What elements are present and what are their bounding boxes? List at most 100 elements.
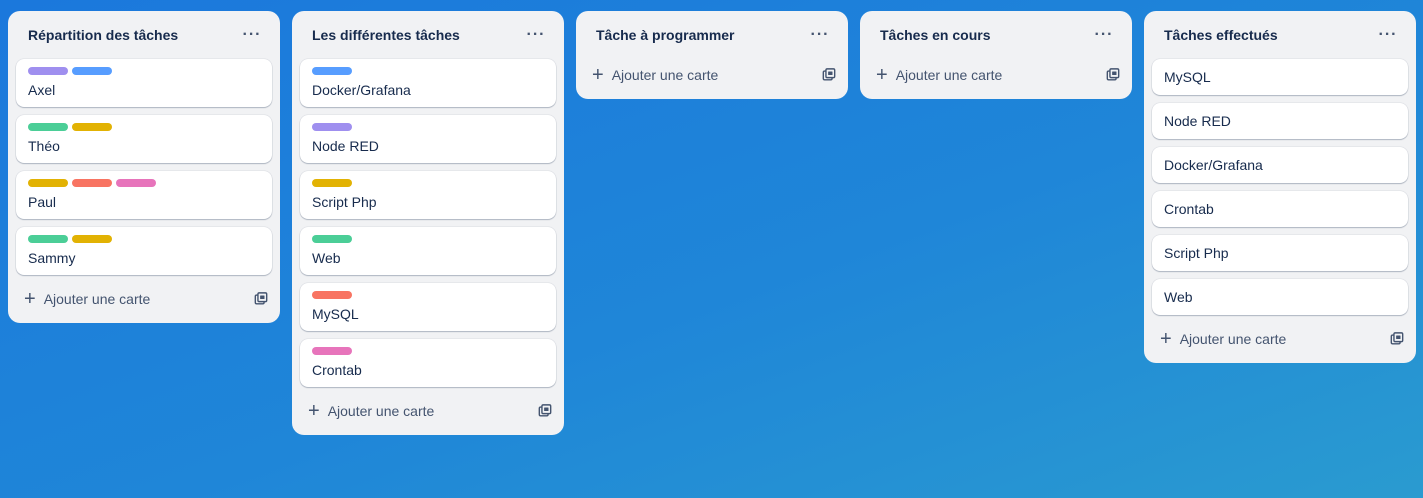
label-pink[interactable]: [312, 347, 352, 355]
card[interactable]: Script Php: [300, 171, 556, 219]
ellipsis-icon[interactable]: ···: [524, 23, 548, 47]
card[interactable]: MySQL: [1152, 59, 1408, 95]
label-blue[interactable]: [312, 67, 352, 75]
card[interactable]: Web: [1152, 279, 1408, 315]
card-labels: [312, 123, 544, 131]
add-card-label: Ajouter une carte: [1179, 331, 1287, 347]
card-labels: [28, 67, 260, 75]
plus-icon: +: [1160, 328, 1172, 350]
card[interactable]: Sammy: [16, 227, 272, 275]
card-template-icon[interactable]: [1390, 332, 1404, 346]
label-red[interactable]: [72, 179, 112, 187]
ellipsis-icon[interactable]: ···: [240, 23, 264, 47]
card-labels: [28, 235, 260, 243]
ellipsis-icon[interactable]: ···: [808, 23, 832, 47]
card-title: Axel: [28, 82, 56, 98]
add-card-label: Ajouter une carte: [43, 291, 151, 307]
card[interactable]: Axel: [16, 59, 272, 107]
list-title[interactable]: Tâches en cours: [880, 27, 991, 43]
label-blue[interactable]: [72, 67, 112, 75]
label-purple[interactable]: [312, 123, 352, 131]
add-card-button[interactable]: + Ajouter une carte: [1152, 323, 1408, 355]
card-title: Crontab: [1164, 201, 1214, 217]
card-title: Node RED: [1164, 113, 1231, 129]
list-header: Les différentes tâches ···: [300, 11, 556, 59]
add-card-button[interactable]: + Ajouter une carte: [584, 59, 840, 91]
card-template-icon[interactable]: [1106, 68, 1120, 82]
card[interactable]: Script Php: [1152, 235, 1408, 271]
add-card-button[interactable]: + Ajouter une carte: [16, 283, 272, 315]
list-title[interactable]: Les différentes tâches: [312, 27, 460, 43]
card[interactable]: Node RED: [1152, 103, 1408, 139]
list-title[interactable]: Répartition des tâches: [28, 27, 178, 43]
plus-icon: +: [592, 64, 604, 86]
list-column: Tâches effectués ··· MySQL Node RED Docker/G…: [1144, 11, 1416, 363]
add-card-left: + Ajouter une carte: [592, 65, 718, 85]
card-title: Docker/Grafana: [312, 82, 411, 98]
card[interactable]: Théo: [16, 115, 272, 163]
label-yellow[interactable]: [72, 123, 112, 131]
card[interactable]: Node RED: [300, 115, 556, 163]
card-title: MySQL: [1164, 69, 1211, 85]
plus-icon: +: [24, 288, 36, 310]
card-labels: [312, 347, 544, 355]
card-title: Web: [312, 250, 341, 266]
card[interactable]: Crontab: [1152, 191, 1408, 227]
card-title: Node RED: [312, 138, 379, 154]
card-title: Paul: [28, 194, 57, 210]
card-title: Script Php: [1164, 245, 1229, 261]
card-title: Crontab: [312, 362, 362, 378]
card-title: Théo: [28, 138, 60, 154]
label-green[interactable]: [28, 235, 68, 243]
card-title: Web: [1164, 289, 1193, 305]
ellipsis-icon[interactable]: ···: [1092, 23, 1116, 47]
label-pink[interactable]: [116, 179, 156, 187]
card-title: Docker/Grafana: [1164, 157, 1263, 173]
list-column: Les différentes tâches ··· Docker/Grafana N…: [292, 11, 564, 435]
label-purple[interactable]: [28, 67, 68, 75]
label-yellow[interactable]: [28, 179, 68, 187]
card-template-icon[interactable]: [254, 292, 268, 306]
card[interactable]: Crontab: [300, 339, 556, 387]
card[interactable]: Paul: [16, 171, 272, 219]
card-title: Script Php: [312, 194, 377, 210]
card[interactable]: Docker/Grafana: [1152, 147, 1408, 183]
add-card-label: Ajouter une carte: [327, 403, 435, 419]
add-card-button[interactable]: + Ajouter une carte: [868, 59, 1124, 91]
label-yellow[interactable]: [312, 179, 352, 187]
card[interactable]: Web: [300, 227, 556, 275]
list-header: Tâche à programmer ···: [584, 11, 840, 59]
plus-icon: +: [308, 400, 320, 422]
card-labels: [28, 179, 260, 187]
list-column: Tâches en cours ··· + Ajouter une carte: [860, 11, 1132, 99]
list-column: Répartition des tâches ··· Axel Théo Paul Sam…: [8, 11, 280, 323]
card-labels: [312, 67, 544, 75]
list-header: Tâches effectués ···: [1152, 11, 1408, 59]
card-labels: [312, 291, 544, 299]
card-template-icon[interactable]: [822, 68, 836, 82]
label-green[interactable]: [312, 235, 352, 243]
add-card-button[interactable]: + Ajouter une carte: [300, 395, 556, 427]
card-template-icon[interactable]: [538, 404, 552, 418]
label-yellow[interactable]: [72, 235, 112, 243]
add-card-left: + Ajouter une carte: [24, 289, 150, 309]
card-list: Axel Théo Paul Sammy: [16, 59, 272, 275]
list-title[interactable]: Tâche à programmer: [596, 27, 735, 43]
card-labels: [312, 179, 544, 187]
add-card-left: + Ajouter une carte: [1160, 329, 1286, 349]
plus-icon: +: [876, 64, 888, 86]
add-card-left: + Ajouter une carte: [308, 401, 434, 421]
ellipsis-icon[interactable]: ···: [1376, 23, 1400, 47]
label-green[interactable]: [28, 123, 68, 131]
add-card-left: + Ajouter une carte: [876, 65, 1002, 85]
card-labels: [312, 235, 544, 243]
board: Répartition des tâches ··· Axel Théo Paul Sam…: [0, 0, 1423, 498]
list-header: Répartition des tâches ···: [16, 11, 272, 59]
add-card-label: Ajouter une carte: [895, 67, 1003, 83]
card[interactable]: Docker/Grafana: [300, 59, 556, 107]
label-red[interactable]: [312, 291, 352, 299]
list-title[interactable]: Tâches effectués: [1164, 27, 1278, 43]
card-list: MySQL Node RED Docker/Grafana Crontab Script…: [1152, 59, 1408, 315]
card-list: Docker/Grafana Node RED Script Php Web MySQL…: [300, 59, 556, 387]
card[interactable]: MySQL: [300, 283, 556, 331]
